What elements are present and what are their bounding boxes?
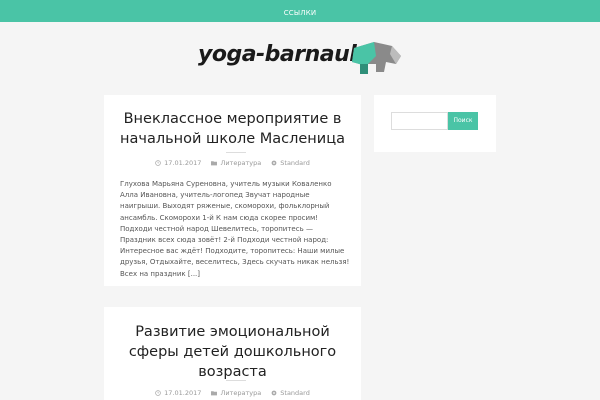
post-category-text: Литература [220, 159, 262, 167]
post-format[interactable]: Standard [271, 389, 310, 397]
post-format-text: Standard [280, 389, 310, 397]
search-widget: Поиск [374, 95, 496, 152]
post-excerpt: Глухова Марьяна Суреновна, учитель музык… [120, 180, 350, 278]
post-meta: 17.01.2017 Литература Standard [104, 389, 361, 397]
logo-text: yoga-barnaul [198, 42, 357, 67]
post-date[interactable]: 17.01.2017 [155, 159, 201, 167]
clock-icon [155, 160, 161, 166]
elephant-logo-icon [352, 42, 401, 74]
post-meta: 17.01.2017 Литература Standard [104, 159, 361, 167]
post-category[interactable]: Литература [211, 389, 261, 397]
post-title[interactable]: Развитие эмоциональной сферы детей дошко… [114, 322, 351, 382]
pin-icon [271, 160, 277, 166]
folder-icon [211, 161, 218, 166]
search-button[interactable]: Поиск [448, 112, 478, 130]
post-card: Внеклассное мероприятие в начальной школ… [104, 95, 361, 286]
title-divider [226, 380, 246, 381]
post-format-text: Standard [280, 159, 310, 167]
nav-link-links[interactable]: ССЫЛКИ [284, 2, 317, 24]
post-category[interactable]: Литература [211, 159, 261, 167]
post-date-text: 17.01.2017 [164, 159, 202, 167]
post-category-text: Литература [220, 389, 262, 397]
post-date[interactable]: 17.01.2017 [155, 389, 201, 397]
site-logo[interactable]: yoga-barnaul [198, 40, 408, 80]
search-input[interactable] [391, 112, 448, 130]
top-navigation-bar: ССЫЛКИ [0, 0, 600, 22]
post-card: Развитие эмоциональной сферы детей дошко… [104, 307, 361, 400]
title-divider [226, 152, 246, 153]
post-format[interactable]: Standard [271, 159, 310, 167]
pin-icon [271, 390, 277, 396]
post-title[interactable]: Внеклассное мероприятие в начальной школ… [114, 109, 351, 149]
folder-icon [211, 391, 218, 396]
post-date-text: 17.01.2017 [164, 389, 202, 397]
clock-icon [155, 390, 161, 396]
